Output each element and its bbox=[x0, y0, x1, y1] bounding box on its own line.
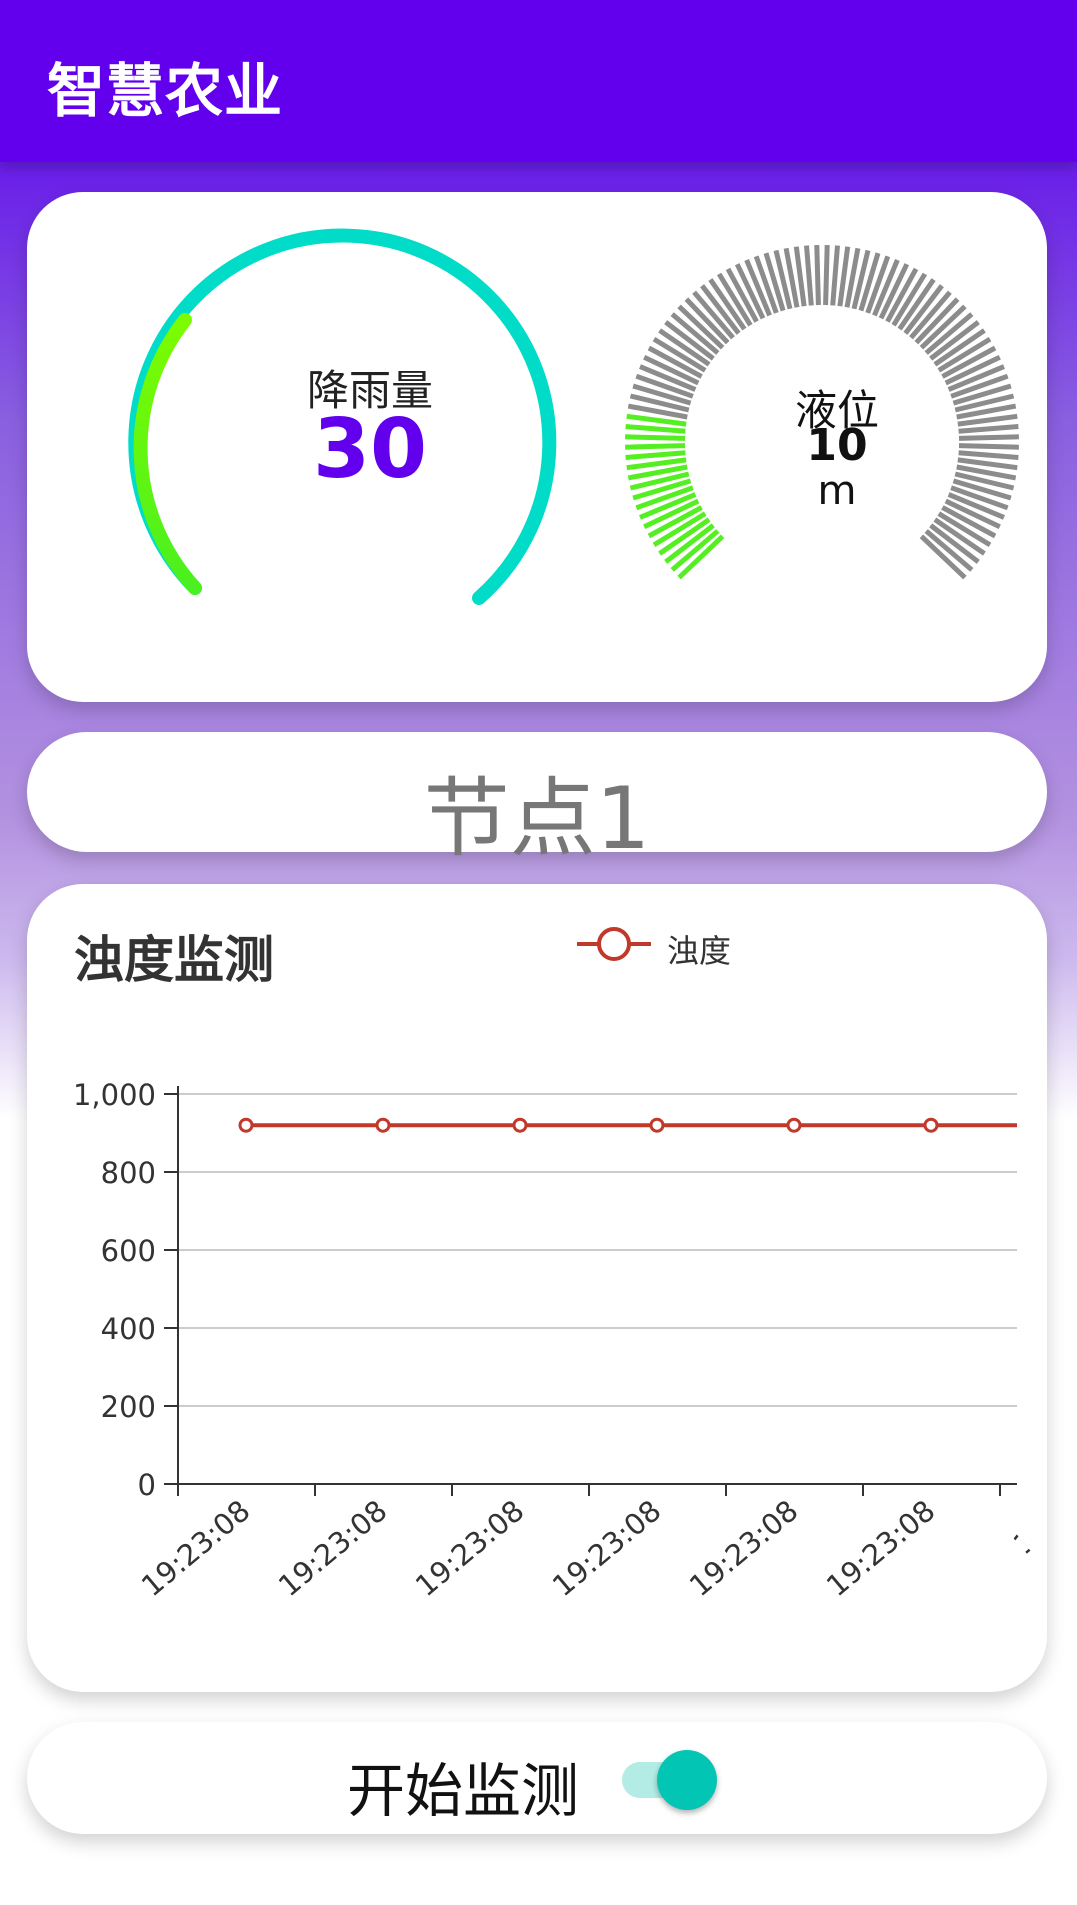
x-tick-label: 19:2 bbox=[1007, 1493, 1047, 1561]
level-gauge-segment bbox=[625, 424, 686, 434]
turbidity-line-chart: 02004006008001,00019:23:08 19:23:08 19:23:… bbox=[73, 1078, 1047, 1603]
rain-gauge-value: 30 bbox=[312, 402, 428, 497]
level-gauge-segment bbox=[804, 245, 814, 306]
node-title: 节点1 bbox=[423, 769, 651, 869]
level-gauge-segment bbox=[958, 450, 1019, 460]
level-gauge-segment bbox=[958, 424, 1019, 434]
turbidity-chart-card: 浊度监测 浊度 0 200 400 600 800 1,000 19:23:08 19:23:… bbox=[27, 884, 1047, 1692]
monitor-toggle-card: 开始监测 bbox=[27, 1722, 1047, 1834]
gauge-card: 降雨量 30 液位 10 m bbox=[27, 192, 1047, 702]
data-point[interactable] bbox=[512, 1117, 528, 1133]
y-tick-label: 600 bbox=[101, 1234, 156, 1268]
data-point[interactable] bbox=[923, 1117, 939, 1133]
x-tick-label: 19:23:08 bbox=[546, 1493, 668, 1603]
x-tick-label: 19:23:08 bbox=[820, 1493, 942, 1603]
x-tick-label: 19:23:08 bbox=[409, 1493, 531, 1603]
x-tick-label: 19:23:08 bbox=[683, 1493, 805, 1603]
level-gauge-segment bbox=[958, 443, 1019, 450]
level-gauge-segment bbox=[625, 434, 686, 441]
data-point[interactable] bbox=[375, 1117, 391, 1133]
y-tick-label: 0 bbox=[138, 1468, 156, 1502]
level-gauge-segment bbox=[625, 443, 686, 450]
app-title: 智慧农业 bbox=[47, 57, 284, 125]
data-point[interactable] bbox=[649, 1117, 665, 1133]
y-tick-label: 800 bbox=[101, 1156, 156, 1190]
y-tick-label: 400 bbox=[101, 1312, 156, 1346]
level-gauge-segment bbox=[830, 245, 840, 306]
level-gauge-unit: m bbox=[817, 468, 857, 514]
x-tick-label: 19:23:08 bbox=[272, 1493, 394, 1603]
y-tick-label: 1,000 bbox=[73, 1078, 156, 1112]
level-gauge-segment bbox=[823, 245, 830, 306]
node-card[interactable]: 节点1 bbox=[27, 732, 1047, 869]
monitor-label: 开始监测 bbox=[347, 1757, 580, 1825]
monitor-switch-thumb[interactable] bbox=[657, 1750, 717, 1810]
data-point[interactable] bbox=[786, 1117, 802, 1133]
level-gauge-segment bbox=[814, 245, 821, 306]
y-tick-label: 200 bbox=[101, 1390, 156, 1424]
level-gauge-segment bbox=[958, 434, 1019, 441]
x-tick-label: 19:23:08 bbox=[135, 1493, 257, 1603]
app-bar: 智慧农业 bbox=[0, 0, 1077, 162]
data-point[interactable] bbox=[238, 1117, 254, 1133]
level-gauge-value: 10 bbox=[806, 420, 868, 471]
level-gauge-segment bbox=[625, 450, 686, 460]
